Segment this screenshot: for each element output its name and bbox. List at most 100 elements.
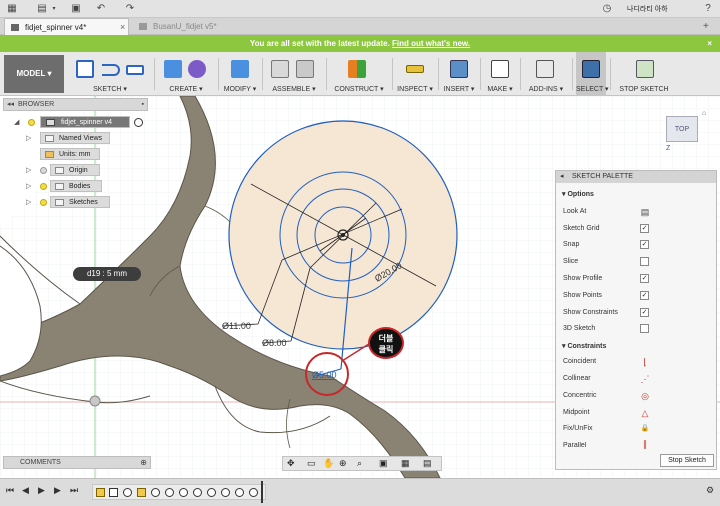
browser-pin-icon[interactable]: ▪ <box>142 99 144 110</box>
palette-header[interactable]: ◂ SKETCH PALETTE <box>556 171 716 183</box>
browser-item-bodies[interactable]: Bodies <box>50 180 102 192</box>
viewcube[interactable]: TOP <box>666 116 698 142</box>
collapse-palette-icon[interactable]: ◂ <box>560 171 564 183</box>
timeline-feature-icon[interactable] <box>151 488 160 497</box>
user-name[interactable]: 나디라티 아하 <box>627 4 668 14</box>
3d-print-icon[interactable] <box>491 60 509 78</box>
browser-root-component[interactable]: fidjet_spinner v4 <box>40 116 130 128</box>
browser-item-named-views[interactable]: Named Views <box>40 132 110 144</box>
expand-origin-icon[interactable]: ▷ <box>26 166 31 174</box>
timeline-feature-icon[interactable] <box>109 488 118 497</box>
expand-bodies-icon[interactable]: ▷ <box>26 182 31 190</box>
assemble-group[interactable]: ASSEMBLE ▾ <box>266 52 322 96</box>
fit-zoom-icon[interactable]: ⌕ <box>357 458 362 469</box>
timeline-feature-icon[interactable] <box>179 488 188 497</box>
show-constraints-checkbox[interactable]: ✓ <box>640 308 649 317</box>
insert-group[interactable]: INSERT ▾ <box>442 52 476 96</box>
constraint-parallel[interactable]: Parallel <box>563 442 586 450</box>
workspace-switcher[interactable]: MODEL ▾ <box>4 55 64 93</box>
home-view-icon[interactable]: ⌂ <box>702 110 706 117</box>
select-menu-label[interactable]: SELECT ▾ <box>576 85 609 93</box>
extrude-icon[interactable] <box>164 60 182 78</box>
midpoint-icon[interactable]: △ <box>640 408 650 418</box>
offset-plane-icon[interactable] <box>348 60 366 78</box>
zoom-icon[interactable]: ⊕ <box>339 458 347 469</box>
stop-sketch-label[interactable]: STOP SKETCH <box>614 86 674 93</box>
constraint-concentric[interactable]: Concentric <box>563 392 596 399</box>
redo-icon[interactable]: ↷ <box>124 3 136 15</box>
dim-d11[interactable]: Ø11.00 <box>222 321 251 331</box>
go-to-end-icon[interactable]: ⏭ <box>70 485 78 496</box>
close-banner-icon[interactable]: × <box>707 35 712 52</box>
make-group[interactable]: MAKE ▾ <box>484 52 516 96</box>
file-menu-chevron-icon[interactable]: ▾ <box>48 3 60 15</box>
add-ins-group[interactable]: ADD-INS ▾ <box>524 52 568 96</box>
visibility-bulb-icon[interactable] <box>40 167 47 174</box>
dimension-input-badge[interactable]: d19 : 5 mm <box>73 267 141 281</box>
origin-point[interactable] <box>89 395 101 407</box>
rectangle-icon[interactable] <box>126 65 144 75</box>
sketch-grid-checkbox[interactable]: ✓ <box>640 224 649 233</box>
measure-icon[interactable] <box>406 65 424 73</box>
constraint-midpoint[interactable]: Midpoint <box>563 409 589 416</box>
sketch-menu-label[interactable]: SKETCH ▾ <box>70 85 150 93</box>
job-status-clock-icon[interactable]: ◷ <box>601 3 613 15</box>
3d-sketch-checkbox[interactable] <box>640 324 649 333</box>
modify-group[interactable]: MODIFY ▾ <box>222 52 258 96</box>
options-section-title[interactable]: ▾ Options <box>562 190 594 198</box>
fix-unfix-icon[interactable]: 🔒 <box>640 424 650 434</box>
activate-component-icon[interactable] <box>134 118 143 127</box>
whats-new-link[interactable]: Find out what's new. <box>392 39 470 48</box>
parallel-icon[interactable]: ∥ <box>640 439 650 449</box>
visibility-bulb-icon[interactable] <box>28 119 35 126</box>
tab-fidjet-spinner[interactable]: fidjet_spinner v4* × <box>4 18 129 35</box>
dim-d5[interactable]: Ø5.00 <box>312 370 337 380</box>
app-grid-icon[interactable]: ▦ <box>6 3 18 15</box>
constraint-collinear[interactable]: Collinear <box>563 375 591 382</box>
look-at-icon[interactable]: ▤ <box>640 207 650 217</box>
assemble-menu-label[interactable]: ASSEMBLE ▾ <box>266 85 322 93</box>
add-comment-icon[interactable]: ⊕ <box>140 457 147 468</box>
stop-sketch-button[interactable]: Stop Sketch <box>660 454 714 467</box>
make-menu-label[interactable]: MAKE ▾ <box>484 85 516 93</box>
create-menu-label[interactable]: CREATE ▾ <box>158 85 214 93</box>
orbit-icon[interactable]: ✥ <box>287 458 295 469</box>
construct-menu-label[interactable]: CONSTRUCT ▾ <box>330 85 388 93</box>
new-component-icon[interactable] <box>271 60 289 78</box>
timeline-features[interactable] <box>92 481 266 503</box>
timeline-sketch-icon[interactable] <box>96 488 105 497</box>
constraint-coincident[interactable]: Coincident <box>563 358 596 365</box>
go-to-start-icon[interactable]: ⏮ <box>6 485 14 496</box>
insert-image-icon[interactable] <box>450 60 468 78</box>
play-icon[interactable]: ▶ <box>38 485 45 496</box>
snap-checkbox[interactable]: ✓ <box>640 240 649 249</box>
browser-item-sketches[interactable]: Sketches <box>50 196 110 208</box>
dim-d8[interactable]: Ø8.00 <box>262 338 287 348</box>
visibility-bulb-icon[interactable] <box>40 183 47 190</box>
timeline-feature-icon[interactable] <box>249 488 258 497</box>
step-back-icon[interactable]: ◀ <box>22 485 29 496</box>
pan-icon[interactable]: ✋ <box>323 458 334 469</box>
create-group[interactable]: CREATE ▾ <box>158 52 214 96</box>
line-icon[interactable] <box>102 64 120 76</box>
stop-sketch-icon[interactable] <box>636 60 654 78</box>
show-profile-checkbox[interactable]: ✓ <box>640 274 649 283</box>
create-sketch-icon[interactable] <box>76 60 94 78</box>
collapse-browser-icon[interactable]: ◂◂ <box>7 99 14 110</box>
visibility-bulb-icon[interactable] <box>40 199 47 206</box>
timeline-feature-icon[interactable] <box>207 488 216 497</box>
coincident-icon[interactable]: ⌊ <box>640 357 650 367</box>
inspect-menu-label[interactable]: INSPECT ▾ <box>396 85 434 93</box>
sketch-group[interactable]: SKETCH ▾ <box>70 52 150 96</box>
form-icon[interactable] <box>188 60 206 78</box>
show-points-checkbox[interactable]: ✓ <box>640 291 649 300</box>
browser-item-origin[interactable]: Origin <box>50 164 100 176</box>
browser-item-units[interactable]: Units: mm <box>40 148 100 160</box>
modify-menu-label[interactable]: MODIFY ▾ <box>222 85 258 93</box>
close-tab-icon[interactable]: × <box>120 19 125 36</box>
save-icon[interactable]: ▣ <box>70 3 82 15</box>
help-icon[interactable]: ? <box>702 3 714 15</box>
comments-panel-header[interactable]: COMMENTS ⊕ <box>3 456 151 469</box>
constraints-section-title[interactable]: ▾ Constraints <box>562 342 606 350</box>
file-icon[interactable]: ▤ <box>36 3 48 15</box>
